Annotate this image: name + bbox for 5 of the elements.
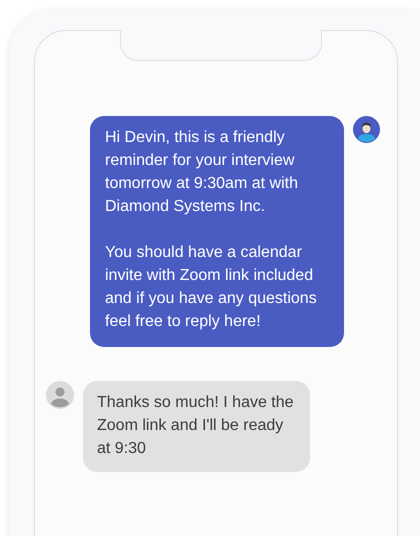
user-avatar-icon bbox=[46, 381, 74, 409]
message-text: You should have a calendar invite with Zoom link included and if you have any questions feel free to reply here! bbox=[105, 243, 318, 332]
message-text: Hi Devin, this is a friendly reminder for your interview tomorrow at 9:30am at with Diamond Systems Inc. bbox=[105, 128, 299, 217]
message-text: Thanks so much! I have the Zoom link and I'll be ready at 9:30 bbox=[97, 393, 295, 459]
user-avatar-icon bbox=[353, 116, 380, 143]
